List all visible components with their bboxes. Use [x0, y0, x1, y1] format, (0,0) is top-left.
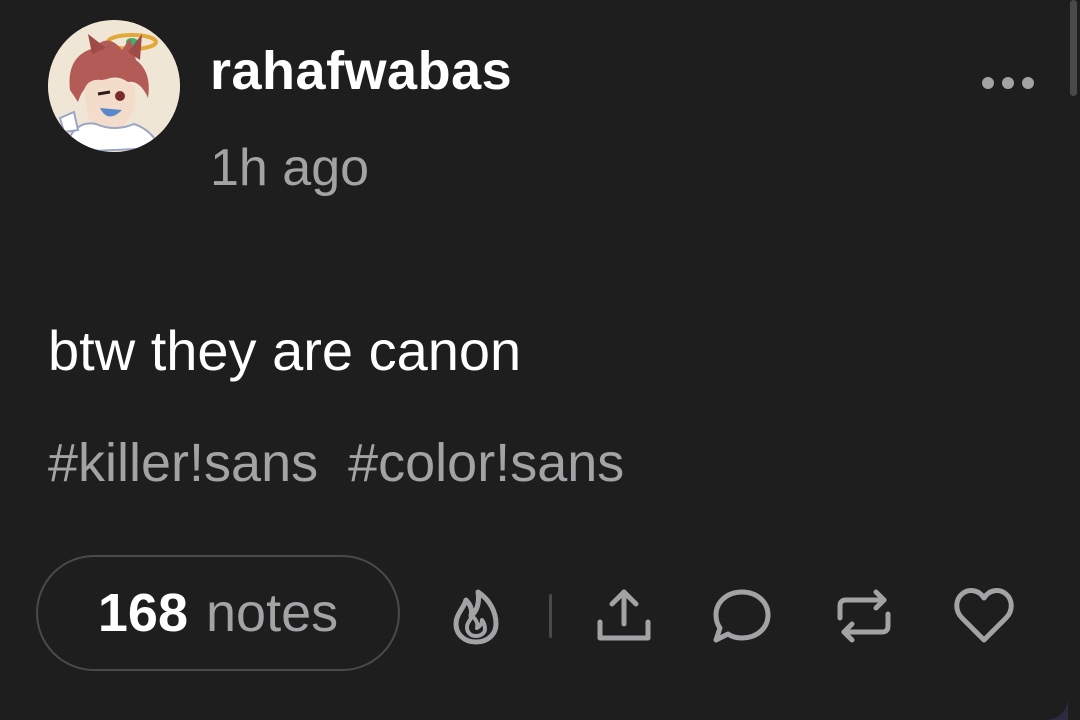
more-options-button[interactable] — [978, 66, 1038, 100]
share-button[interactable] — [592, 584, 656, 648]
avatar[interactable] — [48, 20, 180, 152]
share-icon — [597, 589, 651, 641]
like-button[interactable] — [952, 584, 1016, 648]
username[interactable]: rahafwabas — [210, 40, 512, 102]
reply-icon — [713, 589, 771, 643]
more-options-icon — [982, 77, 1034, 89]
reblog-button[interactable] — [832, 584, 896, 648]
reblog-icon — [837, 589, 891, 643]
post-tags: #killer!sans #color!sans — [48, 432, 654, 494]
scrollbar[interactable] — [1068, 0, 1080, 720]
notes-label: notes — [206, 583, 339, 643]
notes-button[interactable]: 168 notes — [36, 555, 400, 671]
post-card: rahafwabas 1h ago btw they are canon #ki… — [0, 0, 1068, 720]
reply-button[interactable] — [710, 584, 774, 648]
tag-link[interactable]: #color!sans — [348, 433, 624, 493]
notes-count: 168 — [97, 583, 188, 643]
post-timestamp: 1h ago — [210, 139, 370, 197]
actions-divider — [549, 594, 552, 638]
avatar-image — [48, 20, 180, 152]
heart-icon — [954, 588, 1014, 643]
blaze-button[interactable] — [444, 584, 508, 648]
flame-icon — [453, 589, 499, 645]
tag-link[interactable]: #killer!sans — [48, 433, 318, 493]
scrollbar-thumb[interactable] — [1070, 0, 1077, 96]
post-body: btw they are canon — [48, 319, 522, 382]
